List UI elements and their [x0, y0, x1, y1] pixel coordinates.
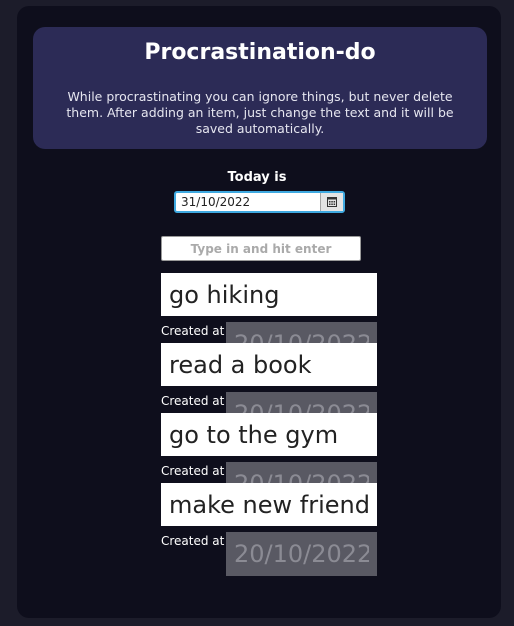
todo-item: Created at [161, 413, 377, 506]
todo-text-input[interactable] [161, 343, 377, 386]
todo-item: Created at [161, 343, 377, 436]
created-at-label: Created at [161, 394, 225, 408]
today-label: Today is [227, 170, 287, 185]
todo-text-input[interactable] [161, 413, 377, 456]
created-at-date [226, 532, 377, 576]
todo-item: Created at [161, 273, 377, 366]
date-input[interactable] [176, 193, 324, 211]
created-at-label: Created at [161, 534, 225, 548]
page-description: While procrastinating you can ignore thi… [66, 89, 454, 136]
page-title: Procrastination-do [144, 40, 376, 65]
new-item-input[interactable] [161, 236, 361, 261]
todo-text-input[interactable] [161, 483, 377, 526]
date-picker[interactable] [174, 191, 345, 213]
header-card: Procrastination-do While procrastinating… [33, 27, 487, 149]
created-at-label: Created at [161, 464, 225, 478]
calendar-icon [327, 197, 337, 207]
todo-item: Created at [161, 483, 377, 576]
todo-text-input[interactable] [161, 273, 377, 316]
date-picker-button[interactable] [320, 193, 343, 211]
created-at-label: Created at [161, 324, 225, 338]
